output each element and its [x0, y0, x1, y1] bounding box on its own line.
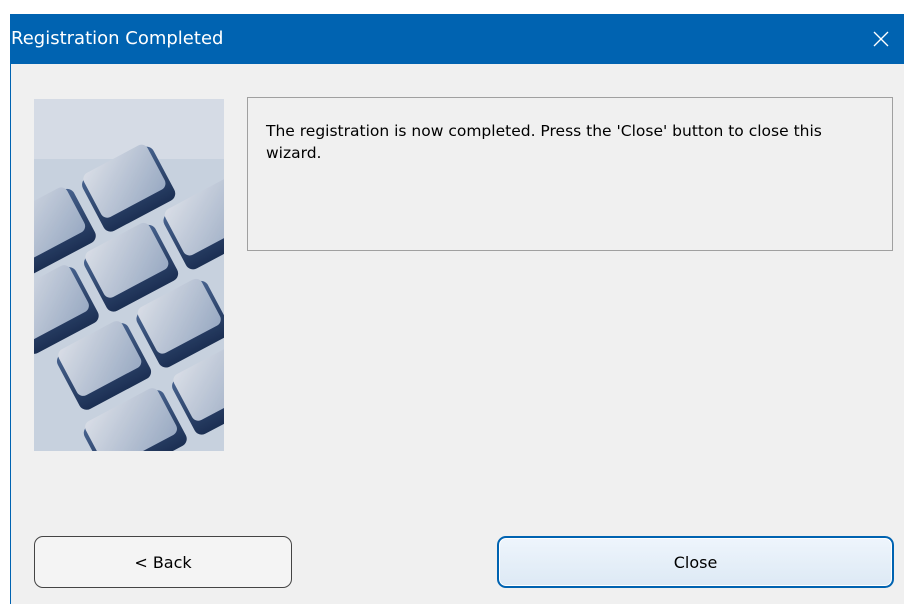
- completion-message: The registration is now completed. Press…: [266, 122, 822, 162]
- window-title: Registration Completed: [11, 28, 224, 49]
- close-button[interactable]: Close: [497, 536, 894, 588]
- close-window-button[interactable]: [858, 14, 904, 64]
- message-panel: The registration is now completed. Press…: [247, 97, 893, 251]
- keyboard-illustration: [34, 99, 224, 451]
- title-bar[interactable]: Registration Completed: [11, 14, 904, 64]
- keyboard-image: [34, 99, 224, 451]
- close-icon: [873, 31, 889, 47]
- back-button[interactable]: < Back: [34, 536, 292, 588]
- registration-dialog: Registration Completed The registration …: [10, 14, 904, 604]
